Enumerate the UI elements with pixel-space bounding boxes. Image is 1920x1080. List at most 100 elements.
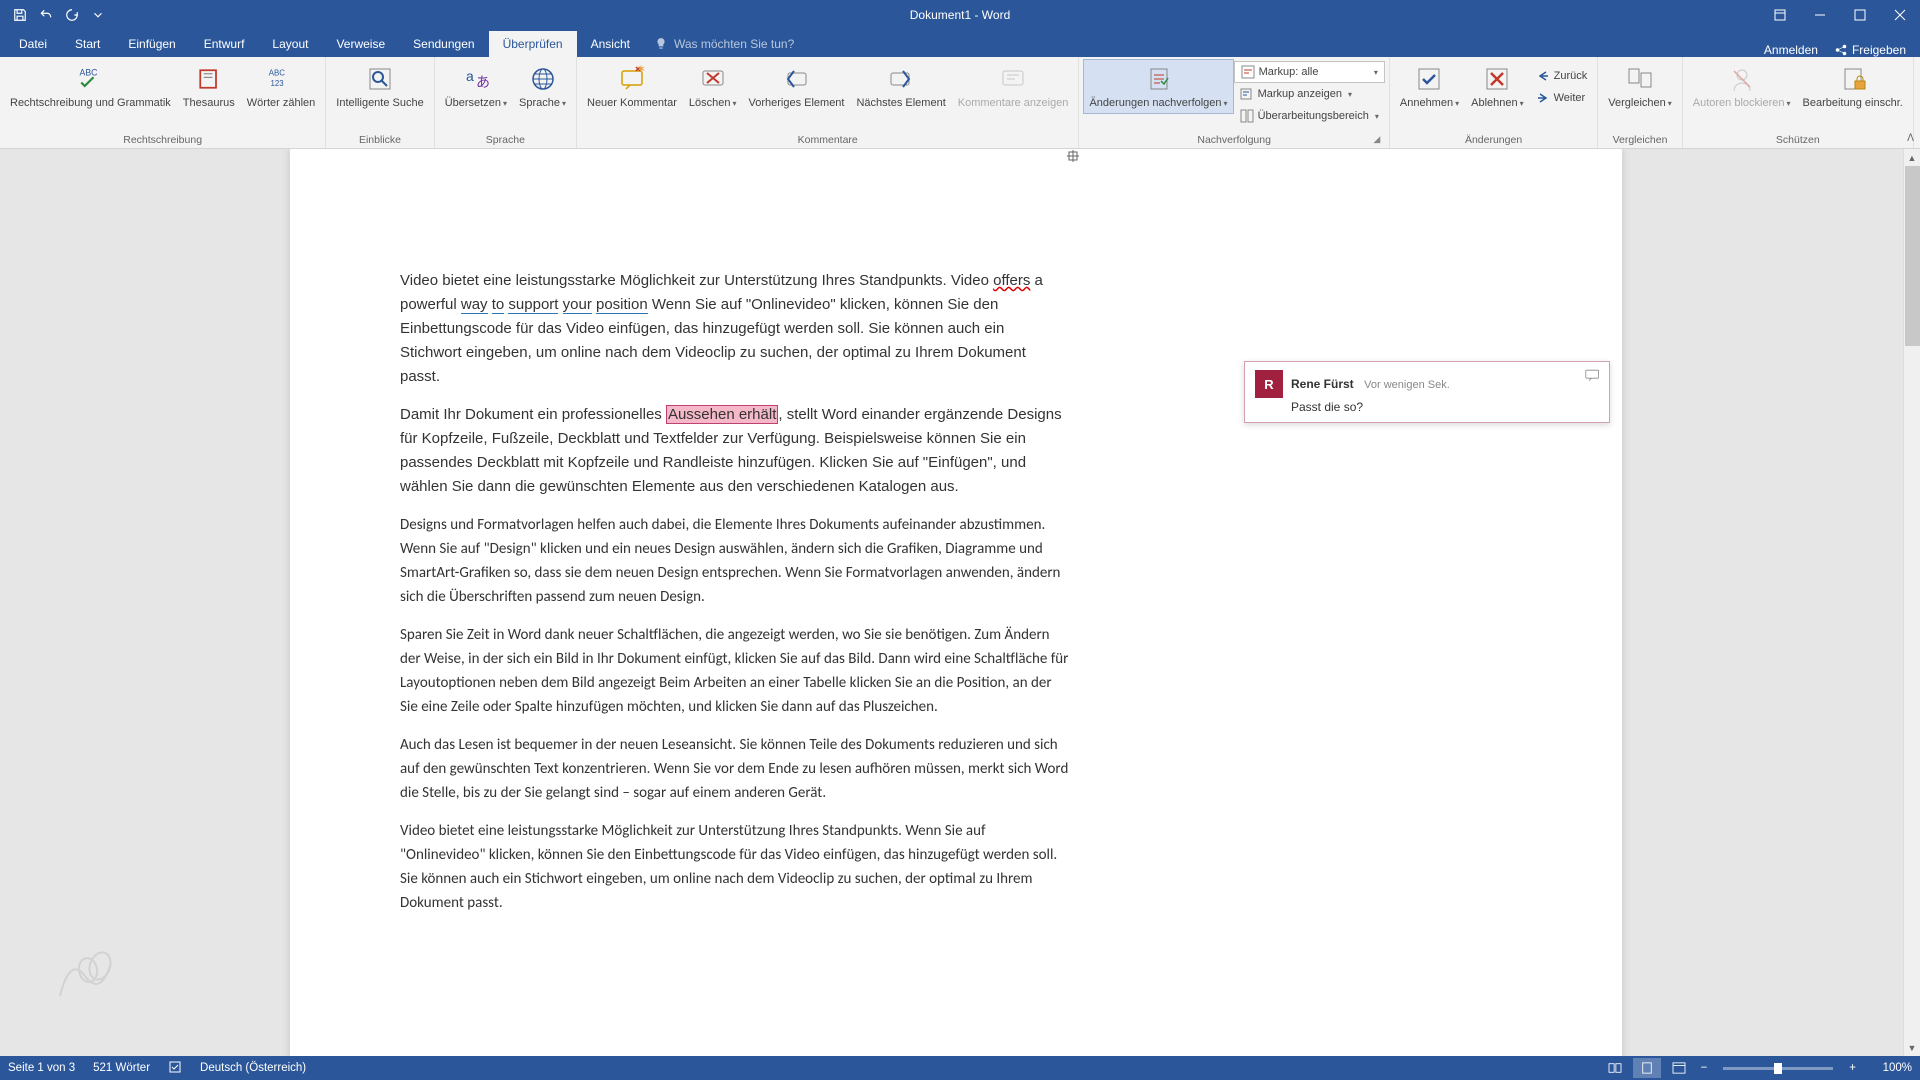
compare-button[interactable]: Vergleichen▾ — [1602, 59, 1678, 114]
previous-comment-button[interactable]: Vorheriges Element — [742, 59, 850, 114]
status-language[interactable]: Deutsch (Österreich) — [200, 1062, 306, 1074]
zoom-level[interactable]: 100% — [1872, 1062, 1912, 1074]
zoom-slider-thumb[interactable] — [1774, 1063, 1782, 1074]
track-changes-button[interactable]: Änderungen nachverfolgen▾ — [1083, 59, 1233, 114]
qat-customize[interactable] — [86, 3, 110, 27]
next-comment-button[interactable]: Nächstes Element — [850, 59, 951, 114]
status-proofing-icon[interactable] — [168, 1060, 182, 1077]
minimize-button[interactable] — [1800, 0, 1840, 30]
avatar: R — [1255, 370, 1283, 398]
ribbon-display-options[interactable] — [1760, 0, 1800, 30]
paragraph-3[interactable]: Designs und Formatvorlagen helfen auch d… — [400, 513, 1070, 609]
vertical-scrollbar[interactable]: ▲ ▼ — [1903, 149, 1920, 1056]
changes-back-button[interactable]: Zurück — [1530, 65, 1594, 87]
status-wordcount[interactable]: 521 Wörter — [93, 1062, 150, 1074]
show-comments-icon — [999, 63, 1027, 95]
group-label-tracking: Nachverfolgung ◢ — [1083, 132, 1384, 148]
tab-entwurf[interactable]: Entwurf — [190, 31, 259, 57]
markup-display-selector[interactable]: Markup: alle ▾ — [1234, 61, 1385, 83]
language-button[interactable]: Sprache▾ — [513, 59, 572, 114]
table-insert-cursor[interactable] — [1066, 149, 1080, 163]
reject-button[interactable]: Ablehnen▾ — [1465, 59, 1530, 114]
paragraph-2[interactable]: Damit Ihr Dokument ein professionelles A… — [400, 403, 1070, 499]
zoom-in-button[interactable]: + — [1845, 1062, 1860, 1074]
new-comment-button[interactable]: ✶ Neuer Kommentar — [581, 59, 683, 114]
document-page[interactable]: Video bietet eine leistungsstarke Möglic… — [290, 149, 1622, 1056]
show-markup-icon — [1240, 87, 1254, 101]
abc-check-icon: ABC — [76, 63, 104, 95]
print-layout-button[interactable] — [1633, 1058, 1661, 1078]
status-page[interactable]: Seite 1 von 3 — [8, 1062, 75, 1074]
paragraph-4[interactable]: Sparen Sie Zeit in Word dank neuer Schal… — [400, 623, 1070, 719]
comment-author: Rene Fürst — [1291, 377, 1354, 391]
changes-next-button[interactable]: Weiter — [1530, 87, 1594, 109]
globe-icon — [529, 63, 557, 95]
collapse-ribbon-button[interactable]: ᐱ — [1907, 133, 1914, 144]
accept-icon — [1415, 63, 1443, 95]
paragraph-1[interactable]: Video bietet eine leistungsstarke Möglic… — [400, 269, 1070, 389]
track-changes-icon — [1145, 63, 1173, 95]
tab-sendungen[interactable]: Sendungen — [399, 31, 488, 57]
tab-ansicht[interactable]: Ansicht — [577, 31, 644, 57]
paragraph-6[interactable]: Video bietet eine leistungsstarke Möglic… — [400, 819, 1070, 915]
svg-text:a: a — [466, 68, 474, 84]
tracking-dialog-launcher[interactable]: ◢ — [1371, 134, 1383, 146]
translate-icon: aあ — [462, 63, 490, 95]
compare-icon — [1626, 63, 1654, 95]
zoom-out-button[interactable]: − — [1697, 1062, 1712, 1074]
wordcount-button[interactable]: ABC123 Wörter zählen — [241, 59, 321, 114]
tab-einfuegen[interactable]: Einfügen — [114, 31, 189, 57]
scroll-down-button[interactable]: ▼ — [1904, 1039, 1920, 1056]
scroll-thumb[interactable] — [1905, 166, 1920, 346]
group-label-comments: Kommentare — [581, 132, 1074, 148]
comment-card[interactable]: R Rene Fürst Vor wenigen Sek. Passt die … — [1244, 361, 1610, 423]
close-button[interactable] — [1880, 0, 1920, 30]
window-title: Dokument1 - Word — [910, 8, 1010, 22]
tellme-search[interactable]: Was möchten Sie tun? — [644, 31, 804, 57]
undo-button[interactable] — [34, 3, 58, 27]
group-label-proofing: Rechtschreibung — [4, 132, 321, 148]
previous-icon — [782, 63, 810, 95]
translate-button[interactable]: aあ Übersetzen▾ — [439, 59, 513, 114]
spelling-grammar-button[interactable]: ABC Rechtschreibung und Grammatik — [4, 59, 177, 114]
block-authors-button: Autoren blockieren▾ — [1687, 59, 1797, 114]
paragraph-5[interactable]: Auch das Lesen ist bequemer in der neuen… — [400, 733, 1070, 805]
share-icon — [1834, 43, 1848, 57]
tab-verweise[interactable]: Verweise — [322, 31, 399, 57]
repeat-button[interactable] — [60, 3, 84, 27]
tab-ueberpruefen[interactable]: Überprüfen — [489, 31, 577, 57]
reviewing-pane-button[interactable]: Überarbeitungsbereich▾ — [1234, 105, 1385, 127]
scroll-up-button[interactable]: ▲ — [1904, 149, 1920, 166]
comment-time: Vor wenigen Sek. — [1364, 379, 1450, 391]
comment-body[interactable]: Passt die so? — [1291, 400, 1599, 414]
zoom-slider[interactable] — [1723, 1067, 1833, 1070]
delete-comment-button[interactable]: Löschen▾ — [683, 59, 743, 114]
lock-icon — [1839, 63, 1867, 95]
tab-datei[interactable]: Datei — [5, 31, 61, 57]
group-label-protect: Schützen — [1687, 132, 1909, 148]
svg-text:123: 123 — [271, 79, 285, 88]
delete-comment-icon — [699, 63, 727, 95]
thesaurus-button[interactable]: Thesaurus — [177, 59, 241, 114]
next-icon — [887, 63, 915, 95]
restrict-editing-button[interactable]: Bearbeitung einschr. — [1797, 59, 1909, 114]
comment-reply-button[interactable] — [1585, 368, 1601, 386]
share-button[interactable]: Freigeben — [1834, 43, 1906, 57]
save-button[interactable] — [8, 3, 32, 27]
signin-link[interactable]: Anmelden — [1764, 43, 1818, 57]
tab-layout[interactable]: Layout — [258, 31, 322, 57]
svg-text:ABC: ABC — [269, 69, 285, 78]
wordcount-icon: ABC123 — [267, 63, 295, 95]
read-mode-button[interactable] — [1601, 1058, 1629, 1078]
reject-icon — [1483, 63, 1511, 95]
svg-text:ABC: ABC — [80, 68, 98, 78]
lightbulb-icon — [654, 37, 668, 51]
smart-lookup-button[interactable]: Intelligente Suche — [330, 59, 429, 114]
arrow-right-icon — [1536, 91, 1550, 105]
show-markup-button[interactable]: Markup anzeigen▾ — [1234, 83, 1385, 105]
tab-start[interactable]: Start — [61, 31, 114, 57]
comment-highlight[interactable]: Aussehen erhält — [666, 405, 778, 424]
web-layout-button[interactable] — [1665, 1058, 1693, 1078]
accept-button[interactable]: Annehmen▾ — [1394, 59, 1465, 114]
maximize-button[interactable] — [1840, 0, 1880, 30]
